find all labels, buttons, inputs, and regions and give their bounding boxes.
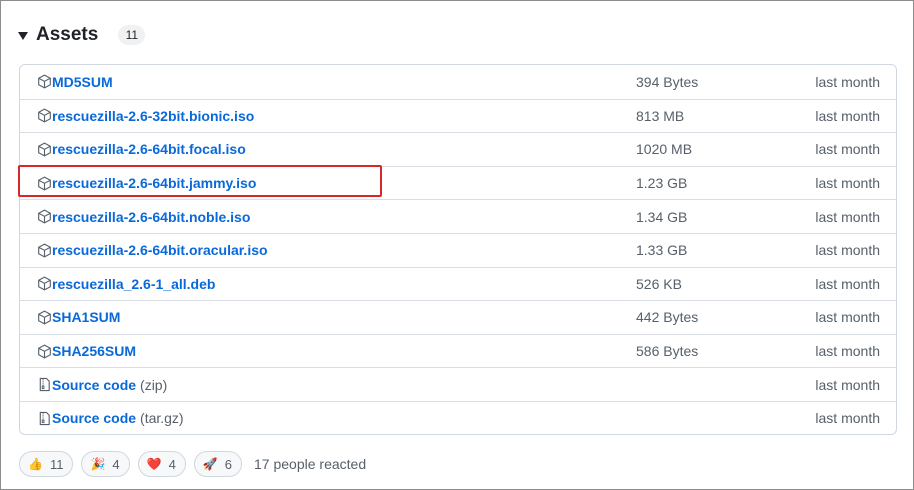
assets-title[interactable]: Assets [36, 24, 98, 46]
asset-row: rescuezilla-2.6-64bit.focal.iso 1020 MB la… [20, 132, 896, 166]
asset-size: 442 Bytes [636, 309, 699, 326]
asset-link[interactable]: rescuezilla-2.6-64bit.oracular.iso [36, 234, 268, 267]
asset-size: 526 KB [636, 275, 682, 292]
reaction-heart-button[interactable]: ❤️ 4 [137, 451, 186, 477]
assets-header[interactable]: Assets 11 [18, 20, 146, 50]
asset-ext[interactable]: (tar.gz) [140, 410, 184, 426]
asset-name[interactable]: Source code [52, 410, 136, 426]
package-icon [36, 74, 52, 90]
asset-size: 586 Bytes [636, 343, 699, 360]
asset-link[interactable]: MD5SUM [36, 65, 113, 99]
asset-date: last month [815, 73, 880, 90]
file-zip-icon [36, 377, 52, 393]
asset-date: last month [815, 242, 880, 259]
asset-date: last month [815, 309, 880, 326]
asset-date: last month [815, 410, 880, 427]
asset-name[interactable]: rescuezilla-2.6-32bit.bionic.iso [52, 108, 254, 124]
asset-name[interactable]: rescuezilla_2.6-1_all.deb [52, 276, 215, 292]
asset-link[interactable]: SHA256SUM [36, 335, 136, 368]
asset-row: rescuezilla-2.6-64bit.noble.iso 1.34 GB la… [20, 199, 896, 233]
asset-date: last month [815, 175, 880, 192]
package-icon [36, 242, 52, 258]
asset-row: Source code (tar.gz) last month [20, 400, 896, 434]
asset-date: last month [815, 343, 880, 360]
reaction-count: 11 [49, 456, 64, 472]
reaction-count: 4 [112, 456, 120, 472]
asset-name[interactable]: MD5SUM [52, 74, 113, 90]
asset-name[interactable]: SHA256SUM [52, 343, 136, 359]
asset-size: 1.33 GB [636, 242, 688, 259]
package-icon [36, 141, 52, 157]
asset-date: last month [815, 107, 880, 124]
reaction-thumbs-up-button[interactable]: 👍 11 [19, 451, 74, 477]
reactions-bar: 👍 11 🎉 4 ❤️ 4 🚀 6 17 people reacted [19, 451, 366, 477]
asset-link[interactable]: Source code (zip) [36, 368, 167, 401]
asset-ext[interactable]: (zip) [140, 377, 167, 393]
asset-name[interactable]: rescuezilla-2.6-64bit.focal.iso [52, 141, 246, 157]
asset-size: 813 MB [636, 107, 685, 124]
asset-link[interactable]: rescuezilla_2.6-1_all.deb [36, 268, 215, 301]
caret-down-icon[interactable] [18, 32, 28, 40]
asset-link[interactable]: SHA1SUM [36, 301, 120, 334]
asset-name[interactable]: rescuezilla-2.6-64bit.oracular.iso [52, 242, 268, 258]
asset-name[interactable]: rescuezilla-2.6-64bit.noble.iso [52, 209, 250, 225]
reaction-count: 4 [168, 456, 176, 472]
package-icon [36, 209, 52, 225]
asset-size: 1020 MB [636, 141, 693, 158]
asset-row: MD5SUM 394 Bytes last month [20, 65, 896, 99]
assets-count-badge: 11 [118, 25, 146, 45]
file-zip-icon [36, 410, 52, 426]
asset-row: rescuezilla-2.6-32bit.bionic.iso 813 MB la… [20, 98, 896, 133]
highlight-box [18, 165, 382, 197]
reaction-hooray-button[interactable]: 🎉 4 [81, 451, 130, 477]
asset-row: rescuezilla_2.6-1_all.deb 526 KB last mont… [20, 266, 896, 301]
asset-row: Source code (zip) last month [20, 367, 896, 401]
asset-size: 1.23 GB [636, 175, 688, 192]
asset-date: last month [815, 376, 880, 393]
party-popper-icon: 🎉 [90, 457, 106, 471]
reaction-count: 6 [224, 456, 233, 472]
reactions-summary[interactable]: 17 people reacted [254, 456, 366, 472]
thumbs-up-icon: 👍 [28, 457, 43, 471]
package-icon [36, 309, 52, 325]
asset-name[interactable]: SHA1SUM [52, 309, 120, 325]
package-icon [36, 276, 52, 292]
reaction-rocket-button[interactable]: 🚀 6 [193, 451, 243, 477]
asset-date: last month [815, 208, 880, 225]
asset-date: last month [815, 275, 880, 292]
asset-name[interactable]: Source code [52, 377, 136, 393]
asset-date: last month [815, 141, 880, 158]
asset-size: 394 Bytes [636, 73, 699, 90]
asset-link[interactable]: rescuezilla-2.6-64bit.focal.iso [36, 133, 246, 166]
asset-link[interactable]: Source code (tar.gz) [36, 402, 184, 434]
asset-row: SHA256SUM 586 Bytes last month [20, 333, 896, 368]
package-icon [36, 343, 52, 359]
assets-list: MD5SUM 394 Bytes last month rescuezilla-2.6… [19, 64, 897, 435]
asset-link[interactable]: rescuezilla-2.6-64bit.noble.iso [36, 200, 250, 233]
asset-link[interactable]: rescuezilla-2.6-32bit.bionic.iso [36, 100, 254, 133]
asset-size: 1.34 GB [636, 208, 688, 225]
heart-icon: ❤️ [146, 457, 162, 471]
rocket-icon: 🚀 [202, 457, 218, 471]
asset-row: SHA1SUM 442 Bytes last month [20, 300, 896, 334]
asset-row: rescuezilla-2.6-64bit.oracular.iso 1.33 G… [20, 232, 896, 267]
package-icon [36, 108, 52, 124]
